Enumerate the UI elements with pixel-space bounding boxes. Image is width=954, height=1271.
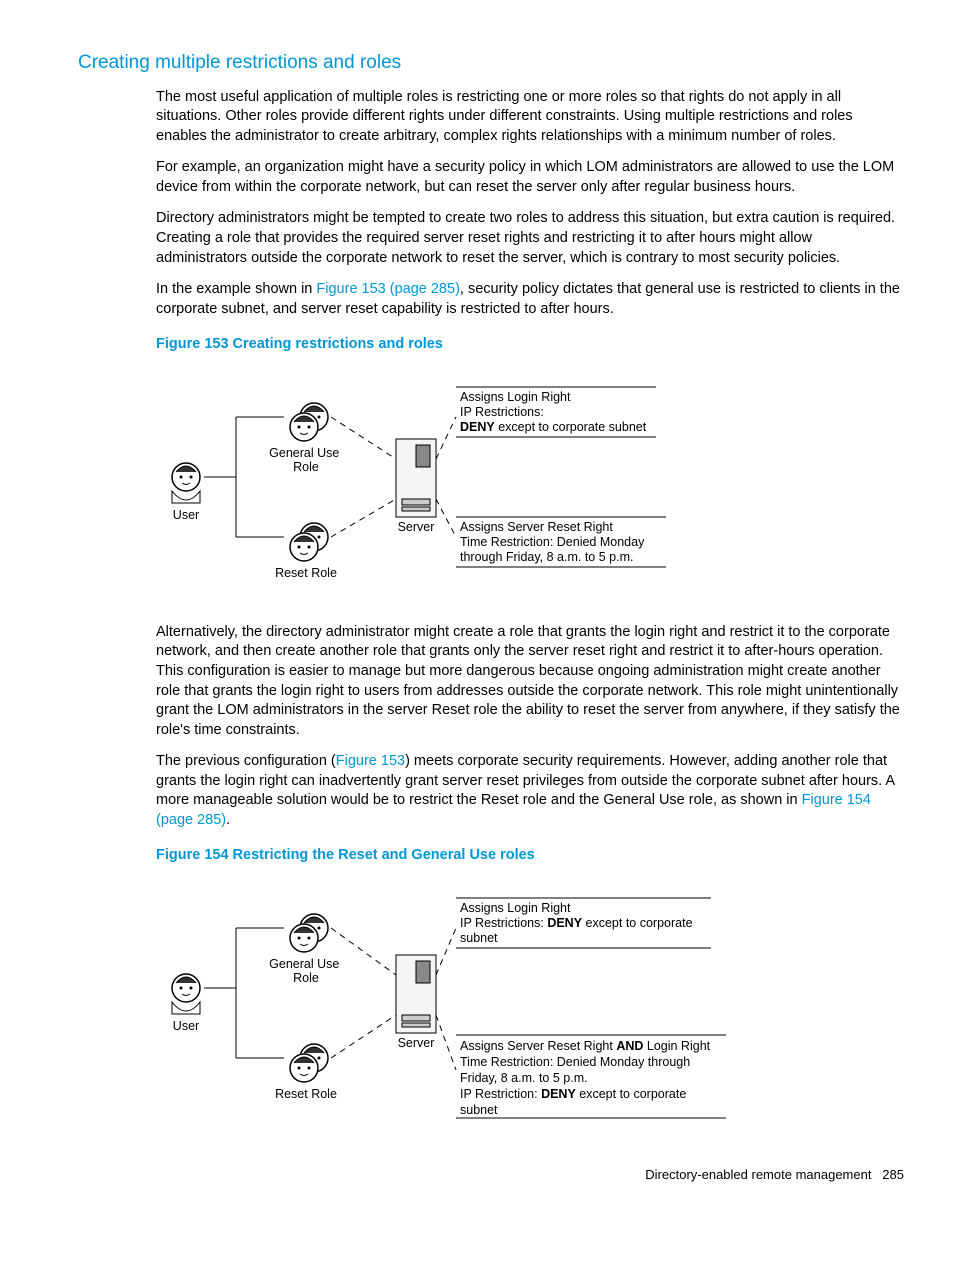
reset-role-icon [290, 1044, 328, 1082]
paragraph: In the example shown in Figure 153 (page… [156, 280, 904, 319]
server-icon [396, 439, 436, 517]
general-role-icon [290, 914, 328, 952]
figure-154: User General Use R [156, 880, 904, 1140]
page-number: 285 [882, 1167, 904, 1182]
reset-role-label: Reset Role [275, 1087, 337, 1101]
general-role-label: General Use Role [269, 446, 343, 474]
figure-153: User General Use [156, 369, 904, 599]
svg-text:Time Restriction: Denied Mond: Time Restriction: Denied Monday [460, 535, 645, 549]
paragraph: For example, an organization might have … [156, 158, 904, 197]
svg-text:subnet: subnet [460, 931, 498, 945]
svg-text:Friday, 8 a.m. to 5 p.m.: Friday, 8 a.m. to 5 p.m. [460, 1071, 588, 1085]
svg-text:IP Restrictions: DENY except: IP Restrictions: DENY except to corporat… [460, 916, 693, 930]
text-run: The previous configuration ( [156, 753, 336, 769]
figure-annotation-box: Assigns Server Reset Right Time Restrict… [456, 517, 666, 567]
svg-text:through Friday, 8 a.m. to 5 p.: through Friday, 8 a.m. to 5 p.m. [460, 550, 633, 564]
user-icon [172, 974, 200, 1014]
svg-text:Assigns Server Reset Right: Assigns Server Reset Right [460, 520, 613, 534]
page-footer: Directory-enabled remote management 285 [78, 1166, 904, 1184]
text-run: . [226, 812, 230, 828]
server-label: Server [398, 1036, 435, 1050]
figure-caption: Figure 153 Creating restrictions and rol… [156, 335, 904, 355]
footer-text: Directory-enabled remote management [645, 1167, 871, 1182]
svg-text:Assigns Login Right: Assigns Login Right [460, 390, 571, 404]
reset-role-icon [290, 523, 328, 561]
reset-role-label: Reset Role [275, 566, 337, 580]
server-icon [396, 955, 436, 1033]
paragraph: Alternatively, the directory administrat… [156, 623, 904, 740]
server-label: Server [398, 520, 435, 534]
paragraph: The most useful application of multiple … [156, 88, 904, 147]
svg-text:Time Restriction: Denied Mond: Time Restriction: Denied Monday through [460, 1055, 690, 1069]
figure-caption: Figure 154 Restricting the Reset and Gen… [156, 846, 904, 866]
svg-text:DENY except to corporate subne: DENY except to corporate subnet [460, 420, 647, 434]
user-label: User [173, 1019, 199, 1033]
figure-annotation-box: Assigns Login Right IP Restrictions: DEN… [456, 898, 711, 948]
general-role-icon [290, 403, 328, 441]
figure-link[interactable]: Figure 153 [336, 753, 405, 769]
general-role-label: General Use Role [269, 957, 343, 985]
paragraph: The previous configuration (Figure 153) … [156, 752, 904, 830]
svg-text:IP Restriction: DENY except t: IP Restriction: DENY except to corporate [460, 1087, 686, 1101]
svg-text:Assigns Server Reset Right AND: Assigns Server Reset Right AND Login Rig… [460, 1039, 711, 1053]
figure-link[interactable]: Figure 153 (page 285) [316, 281, 460, 297]
figure-annotation-box: Assigns Login Right IP Restrictions: DEN… [456, 387, 656, 437]
svg-text:subnet: subnet [460, 1103, 498, 1117]
svg-text:IP Restrictions:: IP Restrictions: [460, 405, 544, 419]
figure-annotation-box: Assigns Server Reset Right AND Login Rig… [456, 1035, 726, 1118]
section-heading: Creating multiple restrictions and roles [78, 50, 904, 76]
text-run: In the example shown in [156, 281, 316, 297]
user-icon [172, 463, 200, 503]
paragraph: Directory administrators might be tempte… [156, 209, 904, 268]
user-label: User [173, 508, 199, 522]
svg-text:Assigns Login Right: Assigns Login Right [460, 901, 571, 915]
